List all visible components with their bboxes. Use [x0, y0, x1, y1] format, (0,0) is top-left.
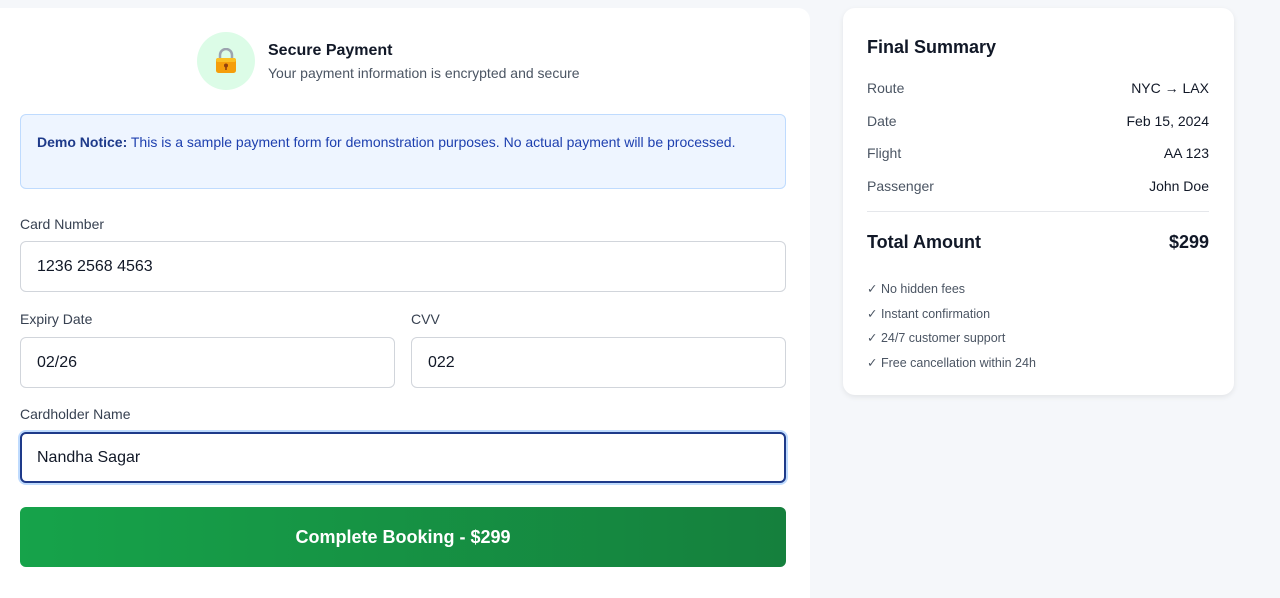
cardholder-name-label: Cardholder Name: [20, 406, 131, 422]
perk-item: ✓ Instant confirmation: [867, 306, 991, 321]
summary-key: Passenger: [867, 177, 934, 194]
secure-payment-header: Secure Payment Your payment information …: [197, 32, 580, 90]
summary-title: Final Summary: [867, 37, 997, 57]
perk-item: ✓ No hidden fees: [867, 282, 966, 296]
total-amount-row: Total Amount $299: [867, 232, 1209, 253]
summary-value: AA 123: [1163, 145, 1209, 161]
perks-list: ✓ No hidden fees ✓ Instant confirmation …: [867, 280, 1209, 378]
summary-row-route: Route NYC → LAX: [867, 78, 1209, 111]
demo-notice-label: Demo Notice:: [37, 134, 128, 150]
demo-notice-text: This is a sample payment form for demons…: [127, 134, 736, 150]
expiry-date-label: Expiry Date: [20, 311, 93, 327]
secure-payment-subtitle: Your payment information is encrypted an…: [268, 64, 580, 81]
summary-value: Feb 15, 2024: [1126, 112, 1209, 129]
secure-payment-title: Secure Payment: [268, 41, 393, 59]
summary-row-passenger: Passenger John Doe: [867, 176, 1209, 209]
summary-value: John Doe: [1149, 177, 1209, 194]
cvv-label: CVV: [411, 311, 440, 327]
final-summary-card: Final Summary Route NYC → LAX Date Feb 1…: [843, 8, 1234, 395]
summary-divider: [867, 211, 1209, 212]
summary-value: NYC → LAX: [1131, 80, 1209, 96]
summary-key: Route: [867, 80, 905, 96]
card-number-label: Card Number: [20, 216, 105, 232]
payment-form-card: Secure Payment Your payment information …: [0, 8, 810, 598]
summary-key: Date: [867, 112, 897, 129]
perk-item: ✓ 24/7 customer support: [867, 331, 1006, 345]
perk-item: ✓ Free cancellation within 24h: [867, 355, 1036, 370]
complete-booking-button[interactable]: Complete Booking - $299: [20, 507, 786, 567]
demo-notice: Demo Notice: This is a sample payment fo…: [20, 114, 786, 189]
cvv-input[interactable]: [411, 337, 786, 388]
expiry-date-input[interactable]: [20, 337, 395, 388]
summary-rows: Route NYC → LAX Date Feb 15, 2024 Flight…: [867, 78, 1209, 208]
total-amount-value: $299: [1168, 232, 1209, 252]
cardholder-name-input[interactable]: [20, 432, 786, 483]
summary-key: Flight: [867, 145, 902, 161]
card-number-input[interactable]: [20, 241, 786, 292]
total-amount-label: Total Amount: [867, 232, 981, 252]
summary-row-date: Date Feb 15, 2024: [867, 111, 1209, 144]
summary-row-flight: Flight AA 123: [867, 143, 1209, 176]
lock-icon: [197, 32, 255, 90]
